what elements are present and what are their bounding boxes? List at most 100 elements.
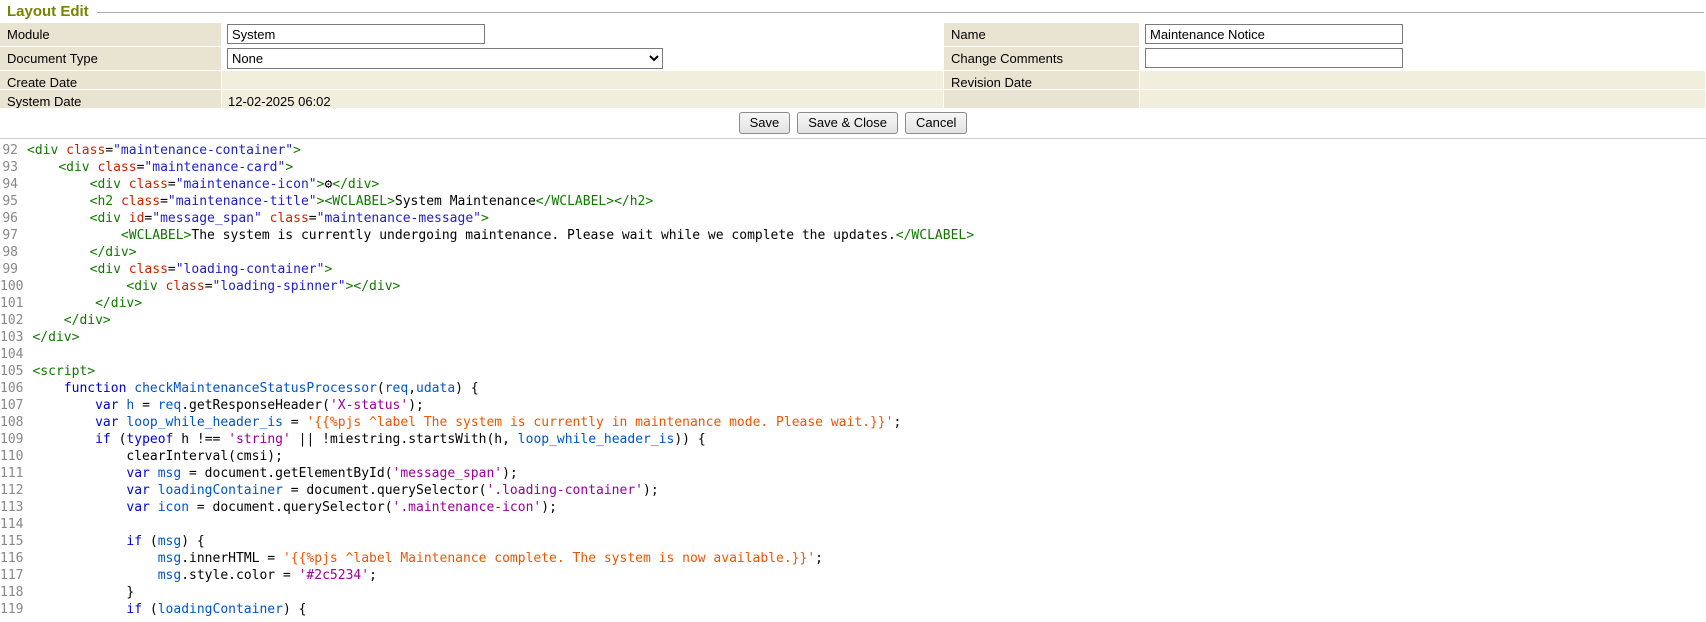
- code-text: <div class="loading-container">: [27, 261, 332, 278]
- code-text: </div>: [32, 312, 110, 329]
- form-row-doctype-comments: Document Type None Change Comments: [0, 47, 1706, 71]
- code-line[interactable]: 97 <WCLABEL>The system is currently unde…: [0, 227, 1706, 244]
- code-text: var h = req.getResponseHeader('X-status'…: [32, 397, 423, 414]
- line-number: 99: [0, 261, 27, 278]
- code-text: <div class="maintenance-card">: [27, 159, 293, 176]
- line-number: 110: [0, 448, 32, 465]
- code-line[interactable]: 107 var h = req.getResponseHeader('X-sta…: [0, 397, 1706, 414]
- line-number: 93: [0, 159, 27, 176]
- change-comments-input[interactable]: [1145, 48, 1403, 68]
- code-line[interactable]: 117 msg.style.color = '#2c5234';: [0, 567, 1706, 584]
- line-number: 116: [0, 550, 32, 567]
- code-text: var loadingContainer = document.querySel…: [32, 482, 658, 499]
- code-line[interactable]: 105<script>: [0, 363, 1706, 380]
- code-line[interactable]: 116 msg.innerHTML = '{{%pjs ^label Maint…: [0, 550, 1706, 567]
- name-input[interactable]: [1145, 24, 1403, 44]
- module-input[interactable]: [227, 24, 485, 44]
- code-text: <h2 class="maintenance-title"><WCLABEL>S…: [27, 193, 653, 210]
- code-editor[interactable]: 92<div class="maintenance-container">93 …: [0, 138, 1706, 622]
- line-number: 92: [0, 142, 27, 159]
- code-line[interactable]: 109 if (typeof h !== 'string' || !miestr…: [0, 431, 1706, 448]
- form-row-module-name: Module Name: [0, 23, 1706, 47]
- layout-edit-page: Layout Edit Module Name Document Type No…: [0, 0, 1706, 622]
- code-lines: 92<div class="maintenance-container">93 …: [0, 142, 1706, 618]
- name-field-cell: [1140, 23, 1706, 47]
- line-number: 102: [0, 312, 32, 329]
- code-line[interactable]: 93 <div class="maintenance-card">: [0, 159, 1706, 176]
- code-line[interactable]: 111 var msg = document.getElementById('m…: [0, 465, 1706, 482]
- save-button[interactable]: Save: [739, 112, 791, 134]
- line-number: 113: [0, 499, 32, 516]
- line-number: 118: [0, 584, 32, 601]
- code-line[interactable]: 94 <div class="maintenance-icon">⚙</div>: [0, 176, 1706, 193]
- line-number: 97: [0, 227, 27, 244]
- code-line[interactable]: 112 var loadingContainer = document.quer…: [0, 482, 1706, 499]
- line-number: 111: [0, 465, 32, 482]
- code-line[interactable]: 106 function checkMaintenanceStatusProce…: [0, 380, 1706, 397]
- line-number: 117: [0, 567, 32, 584]
- code-line[interactable]: 104: [0, 346, 1706, 363]
- code-text: if (typeof h !== 'string' || !miestring.…: [32, 431, 705, 448]
- code-text: if (loadingContainer) {: [32, 601, 306, 618]
- title-bar: Layout Edit: [0, 0, 1706, 23]
- change-comments-label: Change Comments: [944, 47, 1140, 71]
- code-text: <script>: [32, 363, 95, 380]
- code-line[interactable]: 96 <div id="message_span" class="mainten…: [0, 210, 1706, 227]
- line-number: 95: [0, 193, 27, 210]
- revision-date-label: Revision Date: [944, 71, 1140, 90]
- code-line[interactable]: 102 </div>: [0, 312, 1706, 329]
- code-text: clearInterval(cmsi);: [32, 448, 282, 465]
- revision-date-value: [1140, 71, 1706, 90]
- line-number: 114: [0, 516, 32, 533]
- module-label: Module: [0, 23, 222, 47]
- code-line[interactable]: 95 <h2 class="maintenance-title"><WCLABE…: [0, 193, 1706, 210]
- title-rule: [97, 12, 1704, 13]
- form-row-system-date: System Date 12-02-2025 06:02: [0, 90, 1706, 109]
- line-number: 108: [0, 414, 32, 431]
- document-type-select[interactable]: None: [227, 48, 663, 69]
- code-text: <div class="maintenance-container">: [27, 142, 301, 159]
- code-line[interactable]: 119 if (loadingContainer) {: [0, 601, 1706, 618]
- code-text: var msg = document.getElementById('messa…: [32, 465, 517, 482]
- line-number: 103: [0, 329, 32, 346]
- code-line[interactable]: 100 <div class="loading-spinner"></div>: [0, 278, 1706, 295]
- code-line[interactable]: 115 if (msg) {: [0, 533, 1706, 550]
- code-line[interactable]: 113 var icon = document.querySelector('.…: [0, 499, 1706, 516]
- cancel-button[interactable]: Cancel: [905, 112, 967, 134]
- line-number: 100: [0, 278, 32, 295]
- code-line[interactable]: 118 }: [0, 584, 1706, 601]
- line-number: 109: [0, 431, 32, 448]
- code-text: function checkMaintenanceStatusProcessor…: [32, 380, 478, 397]
- code-text: <WCLABEL>The system is currently undergo…: [27, 227, 974, 244]
- code-text: var loop_while_header_is = '{{%pjs ^labe…: [32, 414, 901, 431]
- line-number: 119: [0, 601, 32, 618]
- code-text: var icon = document.querySelector('.main…: [32, 499, 556, 516]
- code-line[interactable]: 108 var loop_while_header_is = '{{%pjs ^…: [0, 414, 1706, 431]
- code-line[interactable]: 114: [0, 516, 1706, 533]
- line-number: 112: [0, 482, 32, 499]
- system-date-label: System Date: [0, 90, 222, 109]
- line-number: 94: [0, 176, 27, 193]
- document-type-label: Document Type: [0, 47, 222, 71]
- empty-label-cell: [944, 90, 1140, 109]
- code-text: </div>: [27, 244, 137, 261]
- save-and-close-button[interactable]: Save & Close: [797, 112, 898, 134]
- system-date-value: 12-02-2025 06:02: [222, 90, 944, 109]
- code-line[interactable]: 92<div class="maintenance-container">: [0, 142, 1706, 159]
- code-line[interactable]: 98 </div>: [0, 244, 1706, 261]
- code-text: }: [32, 584, 134, 601]
- code-line[interactable]: 101 </div>: [0, 295, 1706, 312]
- code-line[interactable]: 110 clearInterval(cmsi);: [0, 448, 1706, 465]
- line-number: 107: [0, 397, 32, 414]
- line-number: 98: [0, 244, 27, 261]
- code-text: if (msg) {: [32, 533, 204, 550]
- code-text: msg.style.color = '#2c5234';: [32, 567, 376, 584]
- empty-field-cell: [1140, 90, 1706, 109]
- code-line[interactable]: 99 <div class="loading-container">: [0, 261, 1706, 278]
- code-line[interactable]: 103</div>: [0, 329, 1706, 346]
- document-type-field-cell: None: [222, 47, 944, 71]
- code-text: <div id="message_span" class="maintenanc…: [27, 210, 489, 227]
- code-text: </div>: [32, 329, 79, 346]
- line-number: 106: [0, 380, 32, 397]
- code-text: <div class="loading-spinner"></div>: [32, 278, 400, 295]
